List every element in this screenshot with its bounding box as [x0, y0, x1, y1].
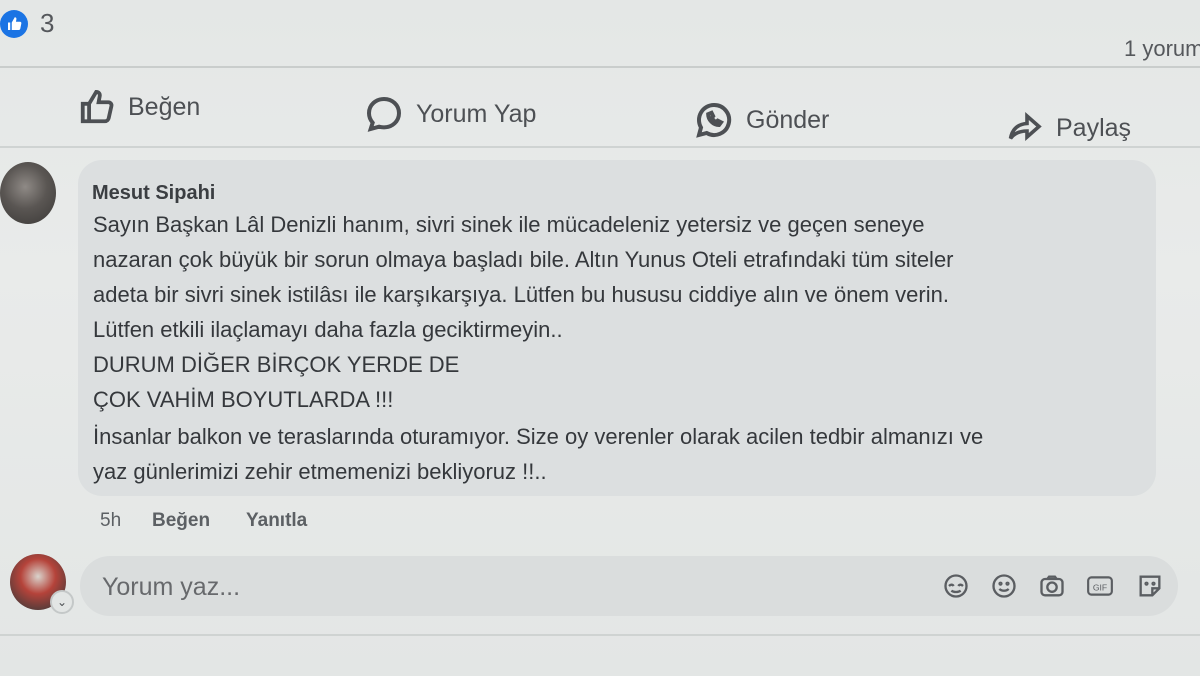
send-button[interactable]: Gönder [694, 100, 829, 140]
share-button-label: Paylaş [1056, 113, 1132, 142]
commenter-avatar[interactable] [0, 162, 56, 224]
comment-like-link[interactable]: Beğen [152, 510, 210, 532]
camera-icon[interactable] [1038, 572, 1066, 600]
gif-icon[interactable]: GIF [1086, 572, 1114, 600]
comment-text-line: Lütfen etkili ilaçlamayı daha fazla geci… [93, 317, 563, 342]
comment-text-line: ÇOK VAHİM BOYUTLARDA !!! [93, 387, 394, 412]
comment-count[interactable]: 1 yorum [1124, 36, 1200, 62]
comment-text-line: DURUM DİĞER BİRÇOK YERDE DE [93, 352, 460, 377]
comment-text-line: İnsanlar balkon ve teraslarında oturamıy… [93, 424, 984, 449]
comment-timestamp[interactable]: 5h [100, 510, 121, 532]
avatar-sticker-icon[interactable] [942, 572, 970, 600]
send-button-label: Gönder [746, 105, 830, 134]
divider [0, 66, 1200, 68]
whatsapp-icon [696, 102, 732, 138]
like-button[interactable]: Beğen [78, 88, 200, 126]
share-arrow-icon [1008, 112, 1042, 141]
like-reaction-icon[interactable] [0, 10, 28, 38]
comment-text-line: Sayın Başkan Lâl Denizli hanım, sivri si… [93, 212, 925, 237]
comment-button[interactable]: Yorum Yap [364, 94, 536, 134]
divider [0, 146, 1200, 148]
comment-button-label: Yorum Yap [416, 99, 537, 128]
sticker-icon[interactable] [1136, 572, 1164, 600]
svg-text:GIF: GIF [1093, 582, 1107, 592]
comment-author[interactable]: Mesut Sipahi [92, 182, 215, 205]
comment-bubble-icon [366, 96, 402, 132]
share-button[interactable]: Paylaş [1004, 110, 1131, 146]
comment-input[interactable] [100, 566, 904, 608]
comment-text-line: nazaran çok büyük bir sorun olmaya başla… [93, 247, 954, 272]
like-button-label: Beğen [128, 92, 201, 121]
comment-reply-link[interactable]: Yanıtla [246, 510, 307, 532]
like-count[interactable]: 3 [40, 8, 54, 39]
thumbs-up-icon [80, 90, 114, 124]
chevron-down-icon[interactable]: ⌄ [50, 590, 74, 614]
comment-text-line: yaz günlerimizi zehir etmemenizi bekliyo… [93, 459, 547, 484]
emoji-icon[interactable] [990, 572, 1018, 600]
divider [0, 634, 1200, 636]
comment-text-line: adeta bir sivri sinek istilâsı ile karşı… [93, 282, 949, 307]
